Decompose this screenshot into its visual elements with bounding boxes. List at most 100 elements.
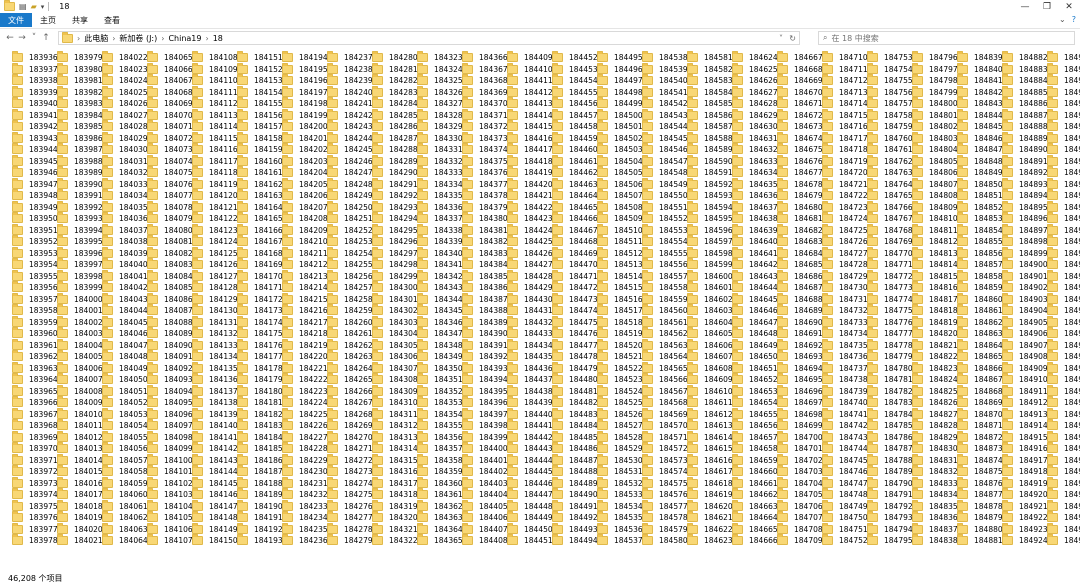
folder-item[interactable]: 184627 — [732, 85, 778, 98]
folder-item[interactable]: 184744 — [822, 442, 868, 454]
folder-item[interactable]: 183975 — [12, 499, 58, 512]
folder-item[interactable]: 184645 — [732, 292, 778, 305]
folder-item[interactable]: 184257 — [327, 281, 373, 293]
folder-item[interactable]: 184603 — [687, 304, 733, 316]
folder-item[interactable]: 184443 — [507, 442, 553, 454]
folder-item[interactable]: 184633 — [732, 154, 778, 167]
folder-item[interactable]: 184047 — [102, 338, 148, 351]
folder-item[interactable]: 184570 — [642, 419, 688, 431]
folder-item[interactable]: 184705 — [777, 488, 823, 500]
folder-item[interactable]: 184262 — [327, 338, 373, 351]
folder-item[interactable]: 184198 — [282, 97, 328, 109]
folder-item[interactable]: 184845 — [957, 120, 1003, 132]
folder-item[interactable]: 184422 — [507, 200, 553, 213]
folder-item[interactable]: 184852 — [957, 200, 1003, 213]
folder-item[interactable]: 184856 — [957, 246, 1003, 259]
folder-item[interactable]: 184393 — [462, 361, 508, 374]
breadcrumb-this-pc[interactable]: 此电脑 — [81, 33, 111, 44]
folder-item[interactable]: 184268 — [327, 407, 373, 420]
folder-item[interactable]: 184528 — [597, 430, 643, 443]
folder-item[interactable]: 184872 — [957, 430, 1003, 443]
folder-item[interactable]: 184672 — [777, 108, 823, 121]
folder-item[interactable]: 184565 — [642, 361, 688, 374]
folder-item[interactable]: 184697 — [777, 396, 823, 408]
folder-item[interactable]: 184518 — [597, 315, 643, 328]
folder-item[interactable]: 184480 — [552, 373, 598, 385]
folder-item[interactable]: 184857 — [957, 258, 1003, 270]
folder-item[interactable]: 184355 — [417, 419, 463, 431]
folder-item[interactable]: 184095 — [147, 396, 193, 408]
folder-item[interactable]: 184372 — [462, 120, 508, 132]
folder-item[interactable]: 184453 — [552, 62, 598, 75]
folder-item[interactable]: 184223 — [282, 384, 328, 397]
folder-item[interactable]: 184246 — [327, 154, 373, 167]
folder-item[interactable]: 184927 — [1047, 74, 1080, 86]
folder-item[interactable]: 184207 — [282, 200, 328, 213]
folder-item[interactable]: 184871 — [957, 419, 1003, 431]
folder-item[interactable]: 184497 — [597, 74, 643, 86]
folder-item[interactable]: 184707 — [777, 511, 823, 523]
folder-item[interactable]: 184150 — [192, 534, 238, 546]
folder-item[interactable]: 184527 — [597, 419, 643, 431]
folder-item[interactable]: 184796 — [912, 51, 958, 63]
folder-item[interactable]: 184122 — [192, 212, 238, 224]
folder-item[interactable]: 184719 — [822, 154, 868, 167]
folder-item[interactable]: 184276 — [327, 499, 373, 512]
folder-item[interactable]: 184452 — [552, 51, 598, 63]
folder-item[interactable]: 184559 — [642, 292, 688, 305]
folder-item[interactable]: 184482 — [552, 396, 598, 408]
folder-item[interactable]: 184957 — [1047, 419, 1080, 431]
folder-item[interactable]: 184191 — [237, 511, 283, 523]
folder-item[interactable]: 184291 — [372, 177, 418, 190]
folder-item[interactable]: 184537 — [597, 534, 643, 546]
folder-item[interactable]: 184596 — [687, 223, 733, 236]
folder-item[interactable]: 184309 — [372, 384, 418, 397]
folder-item[interactable]: 184226 — [282, 419, 328, 431]
folder-item[interactable]: 184755 — [867, 74, 913, 86]
folder-item[interactable]: 184466 — [552, 212, 598, 224]
folder-item[interactable]: 184912 — [1002, 396, 1048, 408]
folder-item[interactable]: 184216 — [282, 304, 328, 316]
folder-item[interactable]: 184470 — [552, 258, 598, 270]
folder-item[interactable]: 184663 — [732, 499, 778, 512]
folder-item[interactable]: 184447 — [507, 488, 553, 500]
folder-item[interactable]: 184323 — [417, 51, 463, 63]
folder-item[interactable]: 184156 — [237, 108, 283, 121]
folder-item[interactable]: 184789 — [867, 465, 913, 477]
folder-item[interactable]: 184881 — [957, 534, 1003, 546]
folder-item[interactable]: 184529 — [597, 442, 643, 454]
folder-item[interactable]: 184481 — [552, 384, 598, 397]
folder-item[interactable]: 184936 — [1047, 177, 1080, 190]
folder-item[interactable]: 184876 — [957, 476, 1003, 489]
folder-item[interactable]: 184873 — [957, 442, 1003, 454]
folder-item[interactable]: 184800 — [912, 97, 958, 109]
folder-item[interactable]: 184669 — [777, 74, 823, 86]
folder-item[interactable]: 184718 — [822, 143, 868, 155]
folder-item[interactable]: 184673 — [777, 120, 823, 132]
folder-item[interactable]: 183984 — [57, 108, 103, 121]
breadcrumb-drive[interactable]: 新加卷 (J:) — [116, 33, 160, 44]
folder-item[interactable]: 184613 — [687, 419, 733, 431]
folder-item[interactable]: 184331 — [417, 143, 463, 155]
folder-item[interactable]: 184456 — [552, 97, 598, 109]
folder-item[interactable]: 184108 — [192, 51, 238, 63]
folder-item[interactable]: 184001 — [57, 304, 103, 316]
folder-item[interactable]: 184882 — [1002, 51, 1048, 63]
folder-item[interactable]: 184235 — [282, 522, 328, 535]
folder-item[interactable]: 184296 — [372, 235, 418, 247]
folder-item[interactable]: 184706 — [777, 499, 823, 512]
folder-item[interactable]: 184847 — [957, 143, 1003, 155]
folder-item[interactable]: 184594 — [687, 200, 733, 213]
folder-item[interactable]: 184642 — [732, 258, 778, 270]
folder-item[interactable]: 184201 — [282, 131, 328, 144]
folder-item[interactable]: 184865 — [957, 350, 1003, 362]
folder-item[interactable]: 184221 — [282, 361, 328, 374]
folder-item[interactable]: 184273 — [327, 465, 373, 477]
folder-item[interactable]: 184689 — [777, 304, 823, 316]
folder-item[interactable]: 184948 — [1047, 315, 1080, 328]
folder-item[interactable]: 184924 — [1002, 534, 1048, 546]
folder-item[interactable]: 184485 — [552, 430, 598, 443]
folder-item[interactable]: 184240 — [327, 85, 373, 98]
folder-item[interactable]: 184445 — [507, 465, 553, 477]
folder-item[interactable]: 184312 — [372, 419, 418, 431]
